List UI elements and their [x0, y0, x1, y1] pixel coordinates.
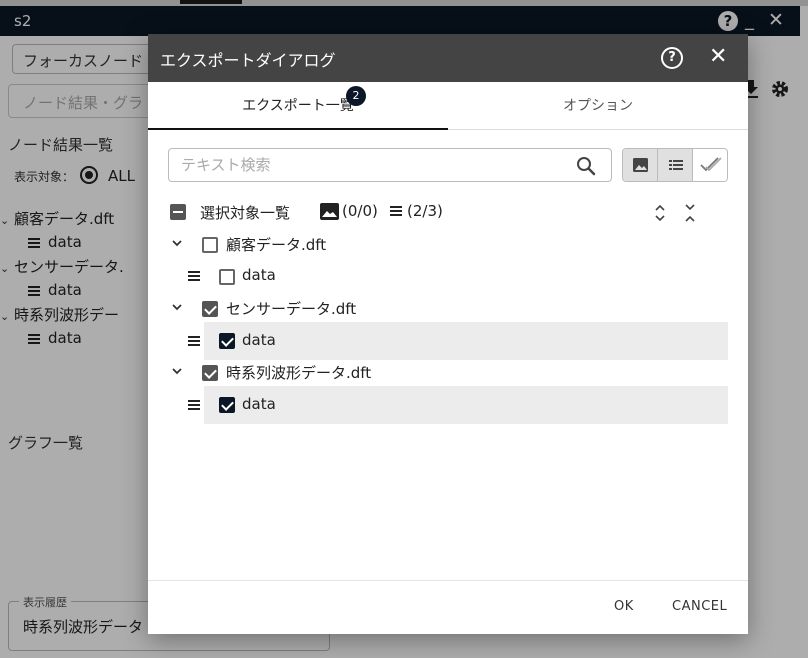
child-checkbox[interactable]: [219, 333, 235, 349]
list-icon: [188, 400, 200, 410]
chevron-down-icon[interactable]: [170, 364, 184, 378]
selection-label: 選択対象一覧: [200, 204, 291, 222]
chevron-down-icon[interactable]: [170, 300, 184, 314]
text-search-input[interactable]: [181, 155, 561, 175]
select-all-indeterminate-checkbox[interactable]: [170, 204, 186, 220]
item-label: センサーデータ.dft: [226, 300, 357, 318]
search-icon[interactable]: [575, 155, 597, 177]
item-label: 時系列波形データ.dft: [226, 364, 372, 382]
item-label: 顧客データ.dft: [226, 236, 327, 254]
chevron-down-icon[interactable]: [170, 236, 184, 250]
dialog-close-icon[interactable]: ✕: [709, 44, 727, 69]
export-child-row[interactable]: data: [148, 260, 748, 292]
expand-all-icon[interactable]: [652, 202, 668, 224]
row-highlight: [204, 322, 728, 360]
row-highlight: [204, 386, 728, 424]
list-filter-toggle[interactable]: [658, 149, 693, 181]
tab-export-list-label: エクスポート一覧: [242, 98, 354, 114]
collapse-all-icon[interactable]: [682, 202, 698, 224]
double-check-icon: [700, 157, 722, 172]
tab-options-label: オプション: [563, 98, 633, 114]
dialog-footer: OK CANCEL: [148, 580, 748, 634]
dialog-help-icon[interactable]: ?: [661, 47, 683, 69]
list-icon: [390, 206, 402, 216]
child-checkbox[interactable]: [219, 397, 235, 413]
list-icon: [188, 336, 200, 346]
dialog-tabs: エクスポート一覧 2 オプション: [148, 82, 748, 130]
tab-options[interactable]: オプション: [448, 82, 748, 130]
list-icon: [669, 160, 683, 170]
tab-badge: 2: [346, 86, 366, 106]
child-label: data: [242, 395, 276, 413]
export-item-row[interactable]: センサーデータ.dft: [148, 292, 748, 324]
child-label: data: [242, 266, 276, 284]
child-checkbox[interactable]: [219, 269, 235, 285]
tab-export-list[interactable]: エクスポート一覧 2: [148, 82, 448, 130]
dialog-title-bar: エクスポートダイアログ ? ✕: [148, 34, 748, 82]
filter-toggle-group: [622, 148, 728, 182]
child-label: data: [242, 331, 276, 349]
text-search-box: [168, 148, 612, 182]
item-checkbox[interactable]: [202, 237, 218, 253]
export-child-row[interactable]: data: [148, 386, 748, 424]
dialog-title: エクスポートダイアログ: [160, 51, 336, 70]
list-icon: [188, 271, 200, 281]
item-checkbox[interactable]: [202, 365, 218, 381]
export-dialog: エクスポートダイアログ ? ✕ エクスポート一覧 2 オプション テキスト検索 …: [148, 34, 748, 634]
checked-filter-toggle[interactable]: [693, 149, 727, 181]
image-icon: [633, 158, 648, 172]
export-child-row[interactable]: data: [148, 322, 748, 360]
list-count: (2/3): [407, 202, 443, 220]
selection-summary-row: 選択対象一覧 (0/0) (2/3): [170, 202, 730, 224]
ok-button[interactable]: OK: [614, 599, 634, 614]
item-checkbox[interactable]: [202, 301, 218, 317]
cancel-button[interactable]: CANCEL: [672, 599, 727, 614]
image-icon: [320, 203, 339, 220]
export-item-row[interactable]: 顧客データ.dft: [148, 228, 748, 260]
image-count: (0/0): [342, 202, 378, 220]
export-item-row[interactable]: 時系列波形データ.dft: [148, 356, 748, 388]
image-filter-toggle[interactable]: [623, 149, 658, 181]
